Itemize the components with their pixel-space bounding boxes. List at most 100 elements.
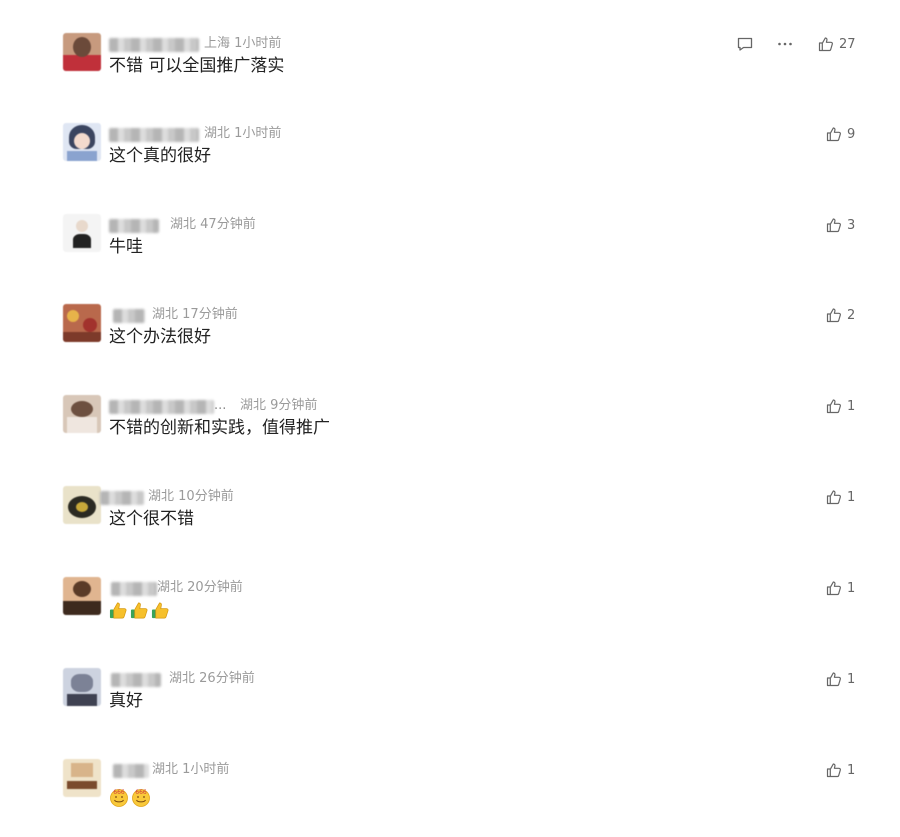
comment-text: 这个办法很好	[109, 327, 211, 347]
like-button[interactable]: 1	[826, 669, 855, 689]
like-count: 2	[847, 307, 856, 323]
comment-meta: 湖北 17分钟前	[152, 304, 238, 326]
username[interactable]	[100, 491, 144, 505]
comment-time: 9分钟前	[270, 398, 318, 413]
comment-time: 1小时前	[234, 36, 282, 51]
comment-item: 湖北 17分钟前 这个办法很好 2	[0, 304, 900, 394]
comment-location: 湖北	[169, 671, 196, 686]
like-button[interactable]: 1	[826, 396, 855, 416]
comment-meta: 湖北 9分钟前	[240, 395, 317, 417]
like-button[interactable]: 27	[818, 34, 856, 54]
comment-item: 上海 1小时前 不错 可以全国推广落实 27	[0, 33, 900, 123]
comment-item: 湖北 26分钟前 真好 1	[0, 668, 900, 758]
comment-time: 10分钟前	[178, 489, 234, 504]
username[interactable]	[109, 219, 159, 233]
comment-item: 湖北 1小时前 这个真的很好 9	[0, 123, 900, 213]
comment-meta: 湖北 10分钟前	[148, 486, 234, 508]
avatar[interactable]	[63, 214, 101, 252]
comment-time: 1小时前	[234, 126, 282, 141]
like-count: 1	[847, 489, 856, 505]
thumbs-up-icon	[818, 36, 834, 52]
thumbs-up-icon	[826, 580, 842, 596]
comment-time: 47分钟前	[200, 217, 256, 232]
comment-meta: 湖北 1小时前	[204, 123, 281, 145]
comment-location: 湖北	[204, 126, 231, 141]
thumbs-up-emoji-icon	[130, 601, 149, 624]
like-button[interactable]: 3	[826, 215, 855, 235]
avatar[interactable]	[63, 123, 101, 161]
comment-location: 湖北	[170, 217, 197, 232]
thumbs-up-icon	[826, 398, 842, 414]
666-face-emoji-icon: 666	[109, 787, 129, 811]
comment-text: 这个很不错	[109, 509, 194, 529]
comment-time: 17分钟前	[182, 307, 238, 322]
like-button[interactable]: 1	[826, 487, 855, 507]
comment-time: 20分钟前	[187, 580, 243, 595]
thumbs-up-emoji-icon	[109, 601, 128, 624]
emoji-row	[109, 601, 170, 624]
username[interactable]	[111, 582, 157, 596]
svg-text:666: 666	[135, 789, 147, 796]
like-button[interactable]: 1	[826, 578, 855, 598]
thumbs-up-icon	[826, 489, 842, 505]
comment-item: 湖北 20分钟前 1	[0, 577, 900, 667]
comment-location: 湖北	[152, 762, 179, 777]
666-face-emoji-icon: 666	[131, 787, 151, 811]
comment-location: 湖北	[240, 398, 267, 413]
like-count: 1	[847, 762, 856, 778]
username[interactable]	[109, 38, 199, 52]
emoji-row: 666 666	[109, 787, 151, 811]
username[interactable]	[111, 673, 161, 687]
avatar[interactable]	[63, 759, 101, 797]
more-icon[interactable]	[776, 35, 794, 53]
like-count: 1	[847, 671, 856, 687]
like-button[interactable]: 2	[826, 305, 855, 325]
comment-text: 不错 可以全国推广落实	[109, 56, 285, 76]
avatar[interactable]	[63, 33, 101, 71]
comment-time: 26分钟前	[199, 671, 255, 686]
comment-meta: 湖北 1小时前	[152, 759, 229, 781]
like-count: 1	[847, 398, 856, 414]
like-count: 3	[847, 217, 856, 233]
comment-item: 湖北 10分钟前 这个很不错 1	[0, 486, 900, 576]
comment-location: 湖北	[152, 307, 179, 322]
comment-meta: 湖北 47分钟前	[170, 214, 256, 236]
comment-meta: 湖北 26分钟前	[169, 668, 255, 690]
comment-meta: 上海 1小时前	[204, 33, 281, 55]
svg-text:666: 666	[113, 789, 125, 796]
like-count: 27	[839, 36, 856, 52]
thumbs-up-icon	[826, 762, 842, 778]
comment-meta: 湖北 20分钟前	[157, 577, 243, 599]
comment-location: 湖北	[148, 489, 175, 504]
thumbs-up-emoji-icon	[151, 601, 170, 624]
avatar[interactable]	[63, 577, 101, 615]
username-ellipsis: ...	[214, 398, 227, 413]
avatar[interactable]	[63, 395, 101, 433]
comment-item: 湖北 1小时前 666 666 1	[0, 759, 900, 837]
comment-text: 真好	[109, 691, 143, 711]
thumbs-up-icon	[826, 307, 842, 323]
comment-location: 湖北	[157, 580, 184, 595]
avatar[interactable]	[63, 304, 101, 342]
thumbs-up-icon	[826, 217, 842, 233]
comment-text: 不错的创新和实践，值得推广	[109, 418, 330, 438]
thumbs-up-icon	[826, 126, 842, 142]
comment-text: 这个真的很好	[109, 146, 211, 166]
like-button[interactable]: 9	[826, 124, 855, 144]
like-count: 9	[847, 126, 856, 142]
username[interactable]	[109, 400, 214, 414]
comment-item: 湖北 47分钟前 牛哇 3	[0, 214, 900, 304]
comment-time: 1小时前	[182, 762, 230, 777]
username[interactable]	[113, 764, 149, 778]
username[interactable]	[113, 309, 145, 323]
avatar[interactable]	[63, 486, 101, 524]
thumbs-up-icon	[826, 671, 842, 687]
comment-list: 上海 1小时前 不错 可以全国推广落实 27 湖北 1小时前 这个真的很好 9 …	[0, 0, 900, 837]
username[interactable]	[109, 128, 199, 142]
comment-text: 牛哇	[109, 237, 143, 257]
reply-icon[interactable]	[736, 35, 754, 53]
like-button[interactable]: 1	[826, 760, 855, 780]
comment-location: 上海	[204, 36, 231, 51]
avatar[interactable]	[63, 668, 101, 706]
like-count: 1	[847, 580, 856, 596]
